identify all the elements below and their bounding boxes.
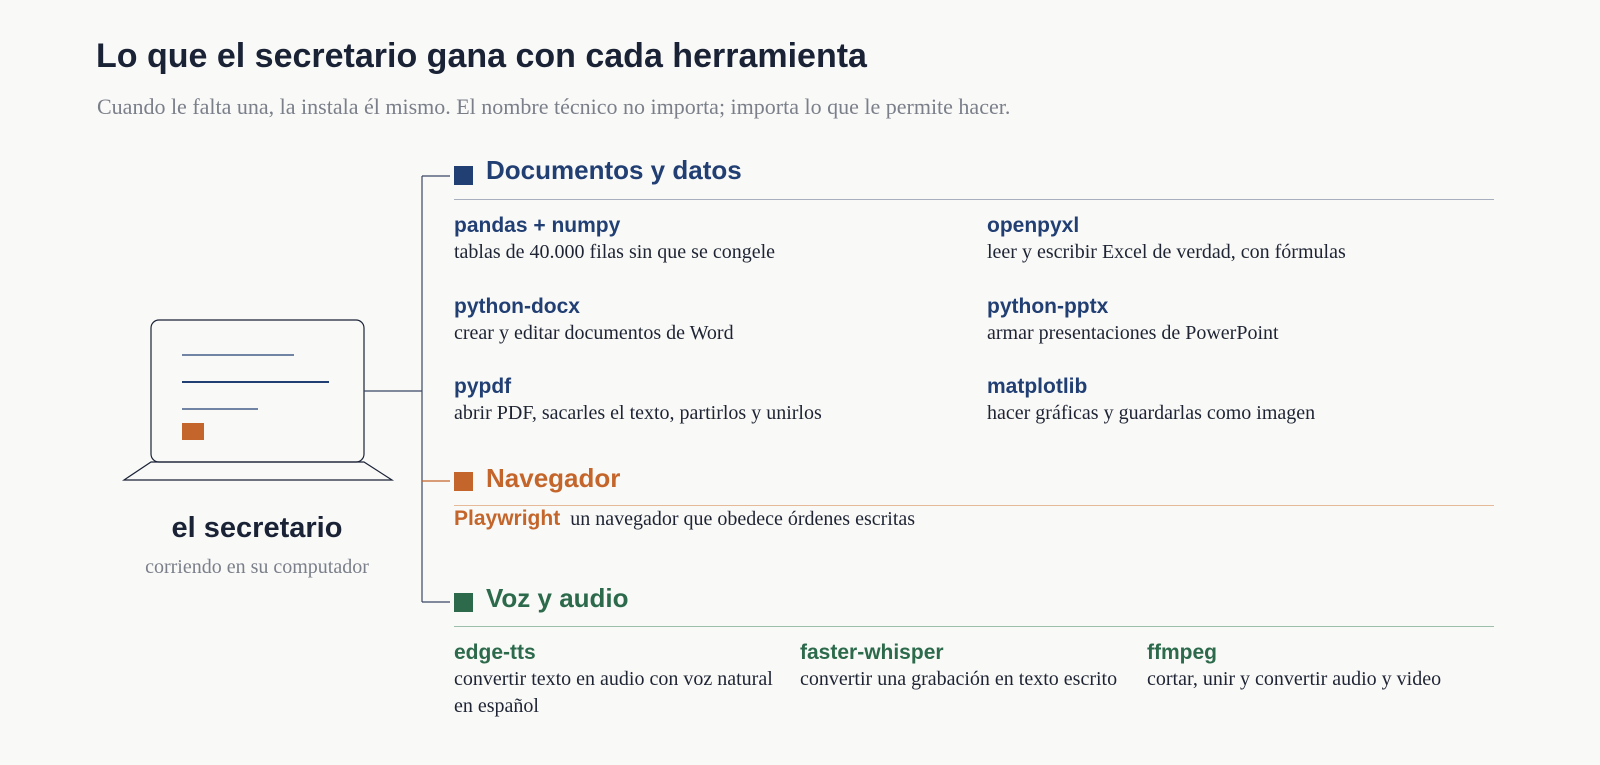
screen-accent-block bbox=[182, 423, 204, 440]
laptop-screen bbox=[150, 319, 365, 463]
tool-python-pptx: python-pptx armar presentaciones de Powe… bbox=[987, 294, 1487, 347]
navegador-square-icon bbox=[454, 472, 473, 491]
section-documentos-title: Documentos y datos bbox=[486, 155, 742, 185]
tool-name: faster-whisper bbox=[800, 641, 944, 664]
tool-name: pypdf bbox=[454, 375, 512, 398]
tool-description: convertir texto en audio con voz natural… bbox=[454, 668, 773, 717]
section-voz-title: Voz y audio bbox=[486, 583, 629, 613]
voz-square-icon bbox=[454, 593, 473, 612]
tool-ffmpeg: ffmpeg cortar, unir y convertir audio y … bbox=[1147, 640, 1452, 693]
section-navegador-title: Navegador bbox=[486, 463, 621, 493]
computer-caption: corriendo en su computador bbox=[145, 556, 369, 578]
tool-description: hacer gráficas y guardarlas como imagen bbox=[987, 402, 1316, 424]
tool-description: abrir PDF, sacarles el texto, partirlos … bbox=[454, 402, 822, 424]
laptop-icon bbox=[122, 319, 395, 481]
tool-name: openpyxl bbox=[987, 214, 1080, 237]
tool-description: cortar, unir y convertir audio y video bbox=[1147, 668, 1442, 690]
laptop-base bbox=[122, 461, 395, 481]
section-documentos-rule bbox=[454, 199, 1494, 200]
computer-name: el secretario bbox=[171, 512, 343, 544]
tool-name: matplotlib bbox=[987, 375, 1088, 398]
tool-name: Playwright bbox=[454, 507, 561, 530]
tool-python-docx: python-docx crear y editar documentos de… bbox=[454, 294, 934, 347]
tool-faster-whisper: faster-whisper convertir una grabación e… bbox=[800, 640, 1118, 693]
tool-edge-tts: edge-tts convertir texto en audio con vo… bbox=[454, 640, 774, 720]
tool-pandas-numpy: pandas + numpy tablas de 40.000 filas si… bbox=[454, 213, 934, 266]
section-voz-header: Voz y audio bbox=[454, 580, 1494, 634]
tool-description: leer y escribir Excel de verdad, con fór… bbox=[987, 241, 1346, 263]
section-documentos-header: Documentos y datos bbox=[454, 152, 1494, 206]
tool-openpyxl: openpyxl leer y escribir Excel de verdad… bbox=[987, 213, 1487, 266]
documentos-square-icon bbox=[454, 166, 473, 185]
tool-name: python-pptx bbox=[987, 295, 1109, 318]
tool-matplotlib: matplotlib hacer gráficas y guardarlas c… bbox=[987, 374, 1487, 427]
tool-name: pandas + numpy bbox=[454, 214, 621, 237]
tool-description: un navegador que obedece órdenes escrita… bbox=[570, 508, 916, 530]
section-voz-rule bbox=[454, 626, 1494, 627]
tool-name: ffmpeg bbox=[1147, 641, 1217, 664]
tool-description: convertir una grabación en texto escrito bbox=[800, 668, 1118, 690]
tool-playwright: Playwright un navegador que obedece órden… bbox=[454, 506, 915, 533]
tool-description: tablas de 40.000 filas sin que se congel… bbox=[454, 241, 776, 263]
tool-name: python-docx bbox=[454, 295, 580, 318]
tool-name: edge-tts bbox=[454, 641, 536, 664]
tool-pypdf: pypdf abrir PDF, sacarles el texto, part… bbox=[454, 374, 934, 427]
tool-description: crear y editar documentos de Word bbox=[454, 322, 734, 344]
tool-description: armar presentaciones de PowerPoint bbox=[987, 322, 1279, 344]
